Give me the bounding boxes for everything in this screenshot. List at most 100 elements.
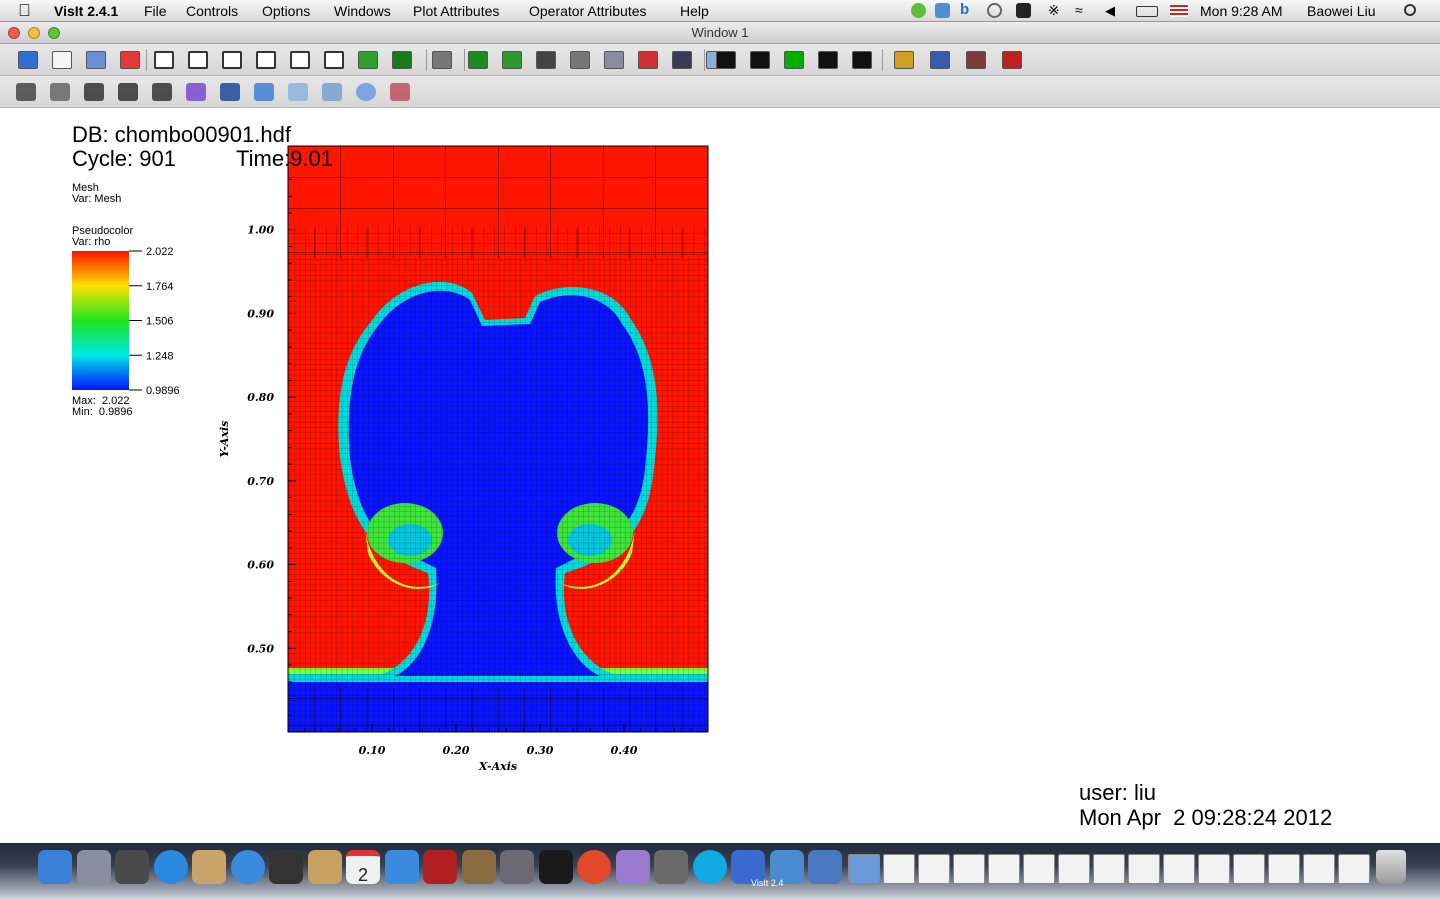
dock-launchpad-icon[interactable] xyxy=(76,850,111,884)
navigate-icon[interactable] xyxy=(16,83,36,101)
menu-help[interactable]: Help xyxy=(680,3,709,19)
dock-document-icon[interactable] xyxy=(1303,854,1335,884)
pseudocolor-plot[interactable]: 0.10 0.20 0.30 0.40 1.00 0.90 0.80 0.70 0.60 0.50… xyxy=(200,128,740,778)
dock-terminal-icon[interactable] xyxy=(538,850,573,884)
bluetooth-icon[interactable]: ※ xyxy=(1048,2,1063,18)
dock-facetime-icon[interactable] xyxy=(269,850,303,884)
dock-document-icon[interactable] xyxy=(1163,854,1195,884)
lock-time-icon[interactable] xyxy=(392,51,412,69)
copy-view-icon[interactable] xyxy=(638,51,658,69)
dock-xcode-icon[interactable] xyxy=(808,850,842,884)
copy-lighting-icon[interactable] xyxy=(604,51,624,69)
menu-plot-attributes[interactable]: Plot Attributes xyxy=(413,3,499,19)
dock-document-icon[interactable] xyxy=(1093,854,1125,884)
point-tool-icon[interactable] xyxy=(390,83,410,101)
box-tool-icon[interactable] xyxy=(322,83,342,101)
plane-tool-icon[interactable] xyxy=(288,83,308,101)
dock-image-capture-icon[interactable] xyxy=(654,850,688,884)
draw-plots-icon[interactable] xyxy=(468,51,488,69)
apple-menu-icon[interactable]:  xyxy=(18,1,31,21)
delete-window-icon[interactable] xyxy=(120,51,140,69)
dock-skype-icon[interactable] xyxy=(692,850,727,884)
layout-2x4-icon[interactable] xyxy=(290,51,310,69)
dock-contacts-icon[interactable] xyxy=(307,850,342,884)
menu-windows[interactable]: Windows xyxy=(334,3,391,19)
layout-2x3-icon[interactable] xyxy=(256,51,276,69)
line-tool-icon[interactable] xyxy=(254,83,274,101)
copy-image-icon[interactable] xyxy=(570,51,590,69)
dock-document-icon[interactable] xyxy=(1268,854,1300,884)
dock-document-icon[interactable] xyxy=(988,854,1020,884)
lineout-icon[interactable] xyxy=(186,83,206,101)
dock-system-preferences-icon[interactable] xyxy=(500,850,534,884)
dock-document-icon[interactable] xyxy=(1198,854,1230,884)
forward-step-icon[interactable] xyxy=(852,51,872,69)
invert-background-icon[interactable] xyxy=(894,51,914,69)
dock-document-icon[interactable] xyxy=(1128,854,1160,884)
dock-document-icon[interactable] xyxy=(1338,854,1370,884)
pick-tool-icon[interactable] xyxy=(220,83,240,101)
menu-operator-attributes[interactable]: Operator Attributes xyxy=(529,3,647,19)
sphere-tool-icon[interactable] xyxy=(356,83,376,101)
dock-safari-icon[interactable] xyxy=(230,850,265,884)
dock-document-icon[interactable] xyxy=(1058,854,1090,884)
dock-app-store-icon[interactable] xyxy=(153,850,188,884)
reset-view-icon[interactable] xyxy=(1002,51,1022,69)
print-icon[interactable] xyxy=(672,51,692,69)
bluetooth-b-status-icon[interactable]: b xyxy=(960,1,975,18)
reverse-play-icon[interactable] xyxy=(750,51,770,69)
node-pick-icon[interactable] xyxy=(118,83,138,101)
dock-chrome-icon[interactable] xyxy=(577,850,611,884)
active-window-icon[interactable] xyxy=(18,51,38,69)
menu-file[interactable]: File xyxy=(144,3,167,19)
input-source-flag-icon[interactable] xyxy=(1170,5,1188,17)
menu-options[interactable]: Options xyxy=(262,3,310,19)
stop-icon[interactable] xyxy=(784,51,804,69)
lock-view-icon[interactable] xyxy=(358,51,378,69)
dock-preview-icon[interactable] xyxy=(192,850,226,884)
app-menu[interactable]: VisIt 2.4.1 xyxy=(54,3,118,19)
dock-folder-icon[interactable] xyxy=(848,854,880,884)
wifi-icon[interactable]: ≈ xyxy=(1075,2,1090,18)
play-icon[interactable] xyxy=(818,51,838,69)
dock-dashboard-icon[interactable] xyxy=(115,850,149,884)
dock-document-icon[interactable] xyxy=(918,854,950,884)
dock-document-icon[interactable] xyxy=(953,854,985,884)
undo-view-icon[interactable] xyxy=(930,51,950,69)
dock-emacs-icon[interactable] xyxy=(615,850,650,884)
dock-iphoto-icon[interactable] xyxy=(461,850,496,884)
dock-photo-booth-icon[interactable] xyxy=(423,850,457,884)
reverse-step-icon[interactable] xyxy=(716,51,736,69)
redo-view-icon[interactable] xyxy=(966,51,986,69)
save-image-icon[interactable] xyxy=(536,51,556,69)
layout-1x1-icon[interactable] xyxy=(154,51,174,69)
dock-document-icon[interactable] xyxy=(1023,854,1055,884)
clone-window-icon[interactable] xyxy=(86,51,106,69)
layout-3x3-icon[interactable] xyxy=(324,51,344,69)
dock-document-icon[interactable] xyxy=(1233,854,1265,884)
menubar-clock[interactable]: Mon 9:28 AM xyxy=(1200,3,1283,19)
spotlight-search-icon[interactable] xyxy=(1404,4,1416,16)
visualization-window[interactable]: DB: chombo00901.hdf Cycle: 901 Time:9.01… xyxy=(0,108,1440,843)
binoculars-icon[interactable] xyxy=(1016,3,1031,18)
dock-finder-icon[interactable] xyxy=(38,850,72,884)
dropbox-status-icon[interactable] xyxy=(935,3,950,18)
spreadsheet-pick-icon[interactable] xyxy=(152,83,172,101)
clear-plots-icon[interactable] xyxy=(502,51,522,69)
layout-1x2-icon[interactable] xyxy=(188,51,208,69)
dock-document-icon[interactable] xyxy=(883,854,915,884)
perspective-icon[interactable] xyxy=(432,51,452,69)
zone-pick-icon[interactable] xyxy=(84,83,104,101)
dock-trash-icon[interactable] xyxy=(1376,850,1406,884)
volume-icon[interactable]: ◀ xyxy=(1105,3,1120,18)
zoom-icon[interactable] xyxy=(50,83,70,101)
messages-status-icon[interactable] xyxy=(911,3,926,18)
menubar-user[interactable]: Baowei Liu xyxy=(1307,3,1376,19)
time-machine-icon[interactable] xyxy=(987,3,1002,18)
new-window-icon[interactable] xyxy=(52,51,72,69)
layout-2x2-icon[interactable] xyxy=(222,51,242,69)
menu-controls[interactable]: Controls xyxy=(186,3,238,19)
dock-calendar-icon[interactable]: 2 xyxy=(346,850,380,885)
dock-itunes-icon[interactable] xyxy=(384,850,419,884)
battery-icon[interactable] xyxy=(1136,6,1158,17)
